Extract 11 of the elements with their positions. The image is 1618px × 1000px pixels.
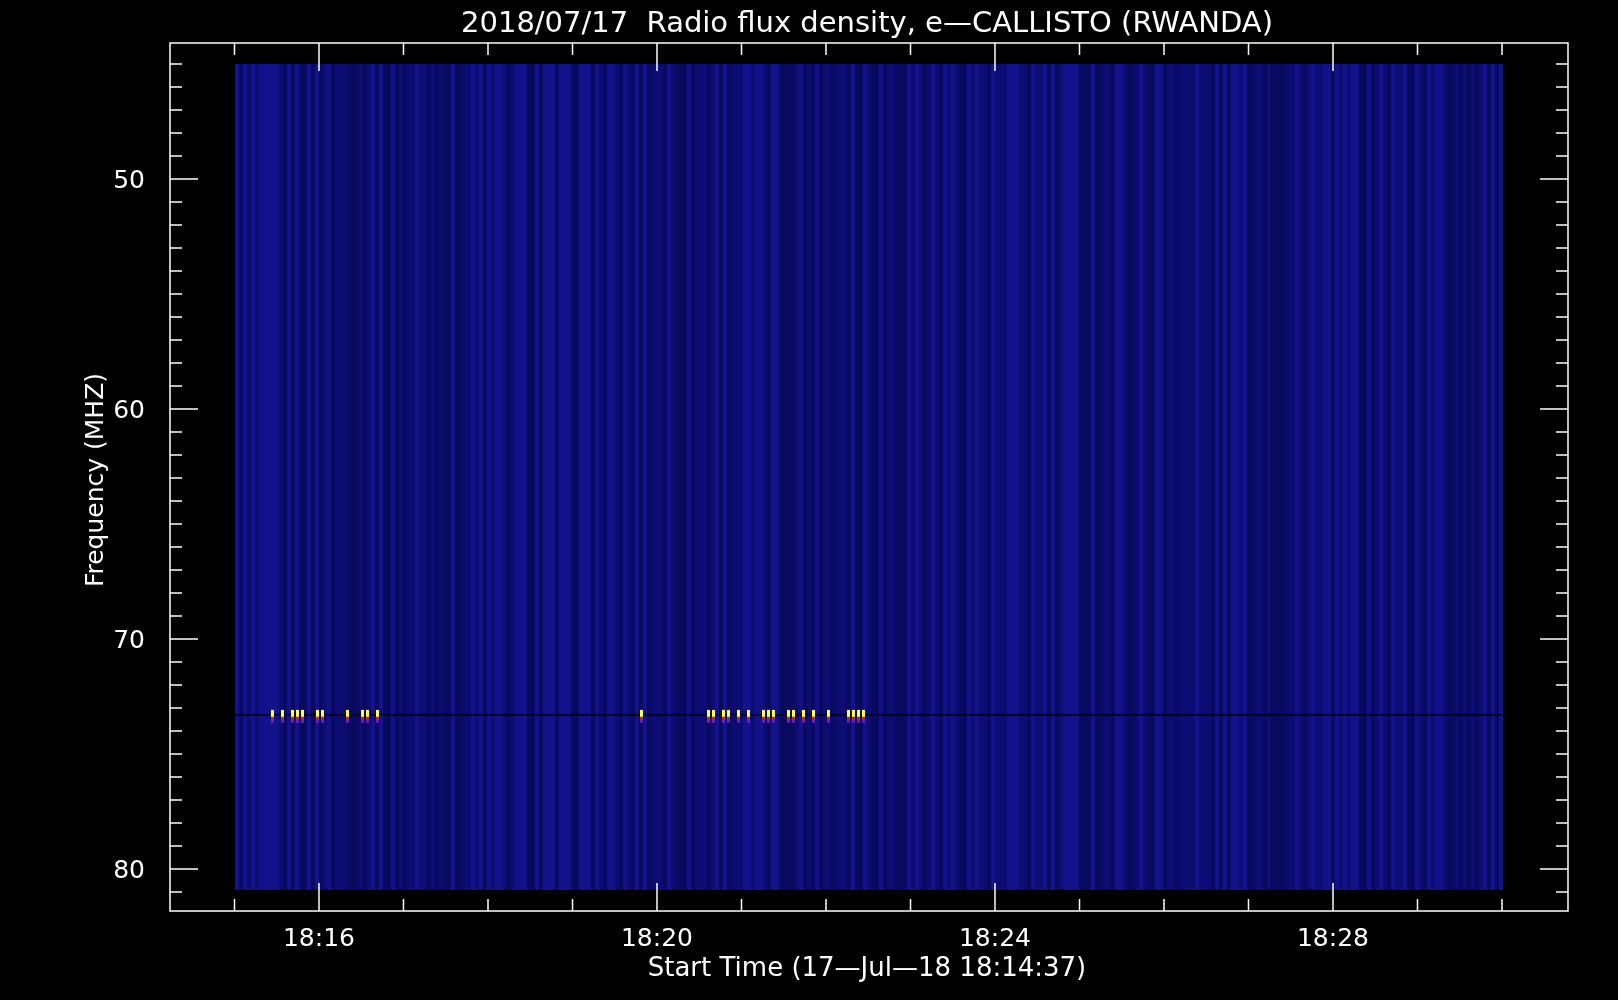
y-tick-label: 60	[113, 395, 145, 424]
x-tick-label: 18:28	[1297, 923, 1369, 952]
x-tick-label: 18:16	[283, 923, 355, 952]
y-tick-label: 80	[113, 855, 145, 884]
x-axis-label: Start Time (17—Jul—18 18:14:37)	[647, 952, 1087, 982]
x-tick-label: 18:20	[621, 923, 693, 952]
x-tick-label: 18:24	[959, 923, 1031, 952]
y-axis-label: Frequency (MHZ)	[80, 372, 109, 588]
plot-title: 2018/07/17 Radio flux density, e—CALLISTO (RWANDA)	[461, 5, 1273, 39]
y-tick-label: 70	[113, 625, 145, 654]
y-tick-label: 50	[113, 165, 145, 194]
